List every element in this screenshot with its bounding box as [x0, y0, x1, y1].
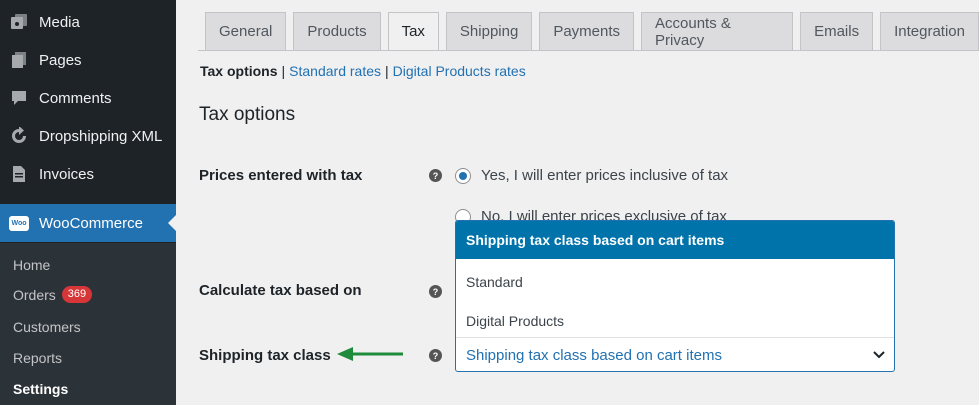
submenu-item-orders[interactable]: Orders 369 — [13, 286, 93, 303]
submenu-label: Orders — [13, 286, 56, 303]
separator: | — [385, 63, 389, 79]
sidebar-item-comments[interactable]: Comments — [0, 79, 176, 117]
tab-emails[interactable]: Emails — [800, 12, 874, 50]
tax-subsections-nav: Tax options | Standard rates | Digital P… — [200, 63, 526, 79]
submenu-label: Home — [13, 257, 51, 273]
dropdown-option-digital-products[interactable]: Digital Products — [456, 302, 894, 340]
sidebar-item-label: Media — [39, 13, 80, 31]
help-icon[interactable]: ? — [429, 169, 442, 182]
sidebar-item-dropshipping-xml[interactable]: Dropshipping XML — [0, 117, 176, 155]
woocommerce-submenu: Home Orders 369 Customers Reports Settin… — [0, 243, 176, 405]
sidebar-item-invoices[interactable]: Invoices — [0, 155, 176, 193]
media-icon — [10, 13, 28, 31]
selected-value[interactable]: Shipping tax class based on cart items — [456, 338, 894, 371]
sidebar-item-media[interactable]: Media — [0, 3, 176, 41]
prices-entered-with-tax-label: Prices entered with tax — [199, 167, 363, 184]
admin-sidebar: Media Pages Comments Dropshipping XML In… — [0, 0, 176, 405]
tab-payments[interactable]: Payments — [539, 12, 635, 50]
woocommerce-logo-icon: Woo — [9, 215, 29, 231]
document-icon — [10, 165, 28, 183]
submenu-label: Settings — [13, 381, 69, 397]
tabs-divider — [198, 50, 979, 51]
pages-icon — [10, 51, 28, 69]
chevron-down-icon[interactable] — [872, 348, 886, 362]
subsection-tax-options: Tax options — [200, 63, 278, 79]
sidebar-item-label: WooCommerce — [39, 214, 143, 232]
submenu-item-settings[interactable]: Settings — [13, 381, 68, 397]
tab-general[interactable]: General — [205, 12, 287, 50]
comments-icon — [10, 89, 28, 107]
green-arrow-annotation-icon — [337, 347, 403, 361]
radio-checked[interactable] — [455, 167, 471, 184]
sidebar-item-pages[interactable]: Pages — [0, 41, 176, 79]
subsection-digital-products-rates-link[interactable]: Digital Products rates — [393, 63, 526, 79]
sidebar-item-label: Dropshipping XML — [39, 127, 163, 145]
shipping-tax-class-label: Shipping tax class — [199, 347, 331, 364]
section-title: Tax options — [199, 104, 296, 125]
shipping-tax-class-select[interactable]: Shipping tax class based on cart items S… — [455, 220, 895, 372]
submenu-item-reports[interactable]: Reports — [13, 350, 62, 366]
subsection-standard-rates-link[interactable]: Standard rates — [289, 63, 381, 79]
submenu-item-home[interactable]: Home — [13, 257, 50, 273]
dropdown-option-standard[interactable]: Standard — [456, 263, 894, 301]
separator: | — [281, 63, 286, 79]
sidebar-item-label: Comments — [39, 89, 112, 107]
tab-accounts-privacy[interactable]: Accounts & Privacy — [641, 12, 794, 50]
sidebar-item-label: Pages — [39, 51, 82, 69]
tab-products[interactable]: Products — [293, 12, 381, 50]
tab-tax[interactable]: Tax — [387, 12, 439, 50]
settings-tabs: General Products Tax Shipping Payments A… — [205, 12, 979, 50]
help-icon[interactable]: ? — [429, 285, 442, 298]
submenu-item-customers[interactable]: Customers — [13, 319, 81, 335]
submenu-label: Reports — [13, 350, 63, 366]
dropdown-option-highlighted[interactable]: Shipping tax class based on cart items — [456, 221, 894, 259]
orders-count-badge: 369 — [61, 286, 93, 303]
calculate-tax-based-on-label: Calculate tax based on — [199, 282, 362, 299]
sidebar-item-label: Invoices — [39, 165, 95, 183]
tab-integration[interactable]: Integration — [880, 12, 979, 50]
radio-label: Yes, I will enter prices inclusive of ta… — [481, 167, 729, 184]
sidebar-item-woocommerce[interactable]: Woo WooCommerce — [0, 204, 176, 242]
refresh-icon — [10, 127, 28, 145]
submenu-label: Customers — [13, 319, 81, 335]
tab-shipping[interactable]: Shipping — [445, 12, 533, 50]
prices-inclusive-option[interactable]: Yes, I will enter prices inclusive of ta… — [455, 167, 728, 184]
help-icon[interactable]: ? — [429, 349, 442, 362]
